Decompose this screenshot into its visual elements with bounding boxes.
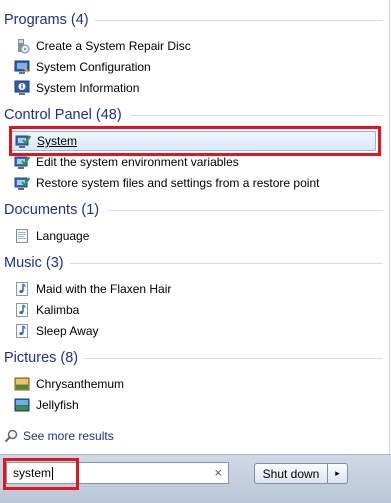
group-divider xyxy=(130,105,383,125)
result-item-maid-with-the-flaxen-hair[interactable]: Maid with the Flaxen Hair xyxy=(14,279,171,299)
system-configuration-icon xyxy=(14,59,30,75)
group-title: Pictures (8) xyxy=(4,350,79,366)
result-item-label: Kalimba xyxy=(36,303,80,317)
result-item-sleep-away[interactable]: Sleep Away xyxy=(14,321,99,341)
music-note-icon xyxy=(14,323,30,339)
group-header-documents[interactable]: Documents (1) xyxy=(4,200,99,220)
control-panel-system-icon xyxy=(14,175,31,191)
search-input[interactable]: system × xyxy=(6,462,229,484)
magnifier-icon xyxy=(4,429,18,443)
result-item-label: System Information xyxy=(36,81,140,95)
control-panel-system-icon xyxy=(14,154,31,170)
shut-down-label: Shut down xyxy=(262,466,320,481)
repair-disc-icon xyxy=(14,38,30,54)
result-item-restore-system-files[interactable]: Restore system files and settings from a… xyxy=(14,173,319,193)
music-note-icon xyxy=(14,302,30,318)
chevron-right-icon: ▸ xyxy=(335,468,340,478)
result-item-jellyfish[interactable]: Jellyfish xyxy=(14,395,79,415)
group-title: Programs (4) xyxy=(4,12,89,28)
result-item-system[interactable]: System xyxy=(10,131,376,151)
result-item-label: System xyxy=(37,134,78,148)
result-item-label: Sleep Away xyxy=(36,324,99,338)
group-divider xyxy=(108,200,383,220)
shut-down-button[interactable]: Shut down xyxy=(254,463,328,484)
clear-search-icon[interactable]: × xyxy=(214,465,222,480)
music-note-icon xyxy=(14,281,30,297)
text-caret xyxy=(52,466,54,480)
result-item-kalimba[interactable]: Kalimba xyxy=(14,300,79,320)
result-item-create-system-repair-disc[interactable]: Create a System Repair Disc xyxy=(14,36,191,56)
see-more-results-label: See more results xyxy=(23,429,114,443)
result-item-system-configuration[interactable]: System Configuration xyxy=(14,57,151,77)
group-header-control-panel[interactable]: Control Panel (48) xyxy=(4,105,122,125)
group-header-programs[interactable]: Programs (4) xyxy=(4,10,89,30)
picture-icon xyxy=(14,397,30,413)
search-input-value: system xyxy=(13,466,52,480)
document-icon xyxy=(14,228,30,244)
group-title: Music (3) xyxy=(4,255,64,271)
picture-icon xyxy=(14,376,30,392)
group-title: Control Panel (48) xyxy=(4,107,122,123)
result-item-label: Edit the system environment variables xyxy=(36,155,239,169)
result-item-language[interactable]: Language xyxy=(14,226,89,246)
group-header-music[interactable]: Music (3) xyxy=(4,253,64,273)
result-item-chrysanthemum[interactable]: Chrysanthemum xyxy=(14,374,124,394)
result-item-system-information[interactable]: System Information xyxy=(14,78,139,98)
group-divider xyxy=(95,10,383,30)
system-information-icon xyxy=(14,80,30,96)
group-header-pictures[interactable]: Pictures (8) xyxy=(4,348,78,368)
group-divider xyxy=(84,348,383,368)
control-panel-system-icon xyxy=(15,133,32,149)
result-item-label: Language xyxy=(36,229,90,243)
group-divider xyxy=(70,253,383,273)
see-more-results-link[interactable]: See more results xyxy=(4,427,114,445)
search-results-panel: Programs (4) Create a System Repair Disc… xyxy=(0,0,390,454)
result-item-label: Create a System Repair Disc xyxy=(36,39,191,53)
result-item-label: System Configuration xyxy=(36,60,151,74)
result-item-edit-environment-variables[interactable]: Edit the system environment variables xyxy=(14,152,239,172)
result-item-label: Chrysanthemum xyxy=(36,377,125,391)
shut-down-options-button[interactable]: ▸ xyxy=(328,463,348,484)
result-item-label: Restore system files and settings from a… xyxy=(36,176,320,190)
group-title: Documents (1) xyxy=(4,202,100,218)
result-item-label: Maid with the Flaxen Hair xyxy=(36,282,172,296)
result-item-label: Jellyfish xyxy=(36,398,79,412)
